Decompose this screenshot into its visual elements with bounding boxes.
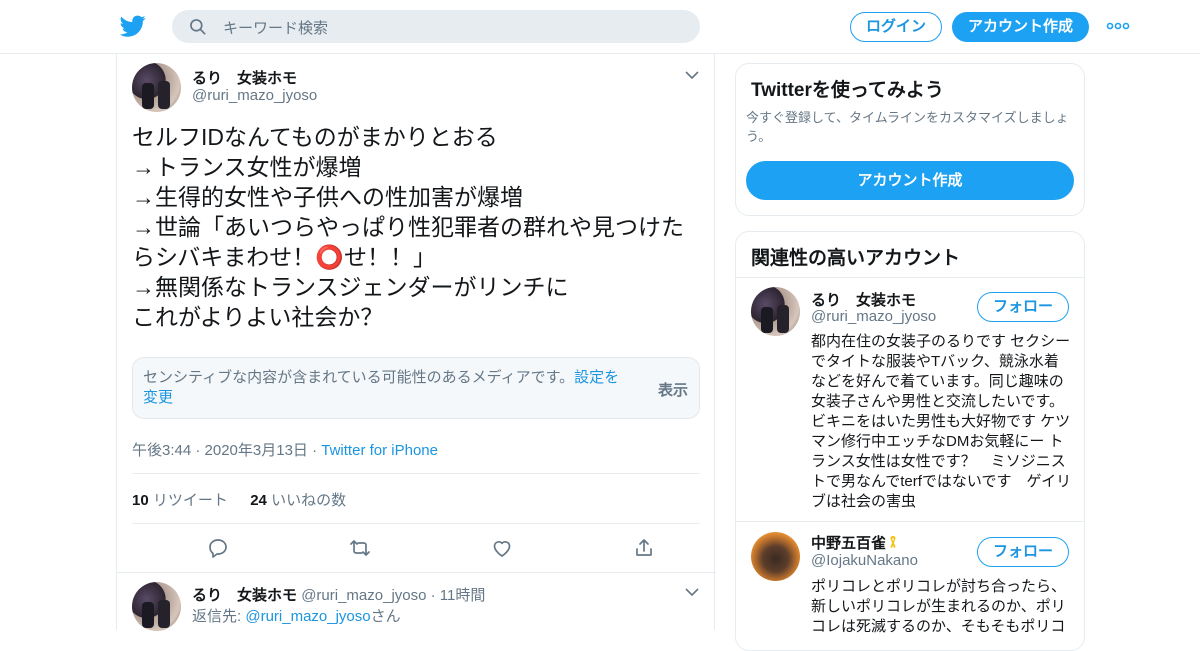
- account-bio: ポリコレとポリコレが討ち合ったら、新しいポリコレが生まれるのか、ポリコレは死滅す…: [811, 578, 1067, 635]
- create-account-button[interactable]: アカウント作成: [746, 161, 1074, 200]
- search-icon: [190, 19, 206, 35]
- share-icon[interactable]: [632, 536, 656, 560]
- try-twitter-title: Twitterを使ってみよう: [751, 80, 944, 101]
- related-accounts-card: 関連性の高いアカウント るり 女装ホモ @ruri_mazo_jyoso フォロ…: [735, 231, 1085, 651]
- like-heart-icon[interactable]: [490, 536, 514, 560]
- try-twitter-description: 今すぐ登録して、タイムラインをカスタマイズしましょう。: [746, 110, 1069, 144]
- divider: [736, 521, 1084, 522]
- divider: [132, 523, 700, 524]
- sensitive-media-notice: センシティブな内容が含まれている可能性のあるメディアです。設定を変更 表示: [132, 357, 700, 419]
- account-name[interactable]: るり 女装ホモ: [811, 289, 916, 310]
- signup-button[interactable]: アカウント作成: [952, 12, 1089, 42]
- avatar[interactable]: [751, 287, 800, 336]
- show-media-button[interactable]: 表示: [658, 379, 688, 400]
- reply-header: るり 女装ホモ @ruri_mazo_jyoso · 11時間: [192, 584, 485, 605]
- reply-to-suffix: さん: [370, 608, 401, 625]
- like-label[interactable]: いいねの数: [271, 492, 346, 509]
- tweet-action-bar: [132, 536, 700, 560]
- reply-to-line: 返信先: @ruri_mazo_jyosoさん: [192, 605, 401, 626]
- avatar[interactable]: [132, 582, 181, 631]
- divider: [736, 277, 1084, 278]
- reply-to-prefix: 返信先:: [192, 608, 246, 625]
- tweet-stats: 10 リツイート 24 いいねの数: [132, 489, 346, 510]
- search-placeholder: キーワード検索: [223, 20, 329, 37]
- tweet-column: るり 女装ホモ @ruri_mazo_jyoso セルフIDなんてものがまかりと…: [116, 54, 716, 631]
- avatar[interactable]: [751, 532, 800, 581]
- like-count[interactable]: 24: [250, 492, 267, 509]
- follow-button[interactable]: フォロー: [977, 292, 1069, 322]
- more-options-icon[interactable]: [1106, 18, 1130, 34]
- yellow-ribbon-icon: [890, 536, 896, 548]
- try-twitter-card: Twitterを使ってみよう 今すぐ登録して、タイムラインをカスタマイズしましょ…: [735, 63, 1085, 216]
- retweet-label[interactable]: リツイート: [153, 492, 228, 509]
- login-button[interactable]: ログイン: [850, 12, 942, 42]
- chevron-down-icon[interactable]: [685, 70, 699, 80]
- tweet-separator: [117, 572, 716, 573]
- tweet-time[interactable]: 午後3:44 · 2020年3月13日 ·: [132, 442, 317, 459]
- reply-author-name[interactable]: るり 女装ホモ: [192, 587, 297, 604]
- account-handle[interactable]: @ruri_mazo_jyoso: [811, 308, 936, 325]
- tweet-author-handle[interactable]: @ruri_mazo_jyoso: [192, 87, 317, 104]
- reply-author-handle[interactable]: @ruri_mazo_jyoso: [301, 587, 426, 604]
- tweet-author-name[interactable]: るり 女装ホモ: [192, 67, 297, 88]
- account-handle[interactable]: @IojakuNakano: [811, 552, 918, 569]
- tweet-source-link[interactable]: Twitter for iPhone: [321, 442, 438, 459]
- sensitive-notice-text: センシティブな内容が含まれている可能性のあるメディアです。: [143, 369, 575, 386]
- reply-time[interactable]: · 11時間: [431, 587, 486, 604]
- search-input[interactable]: キーワード検索: [172, 10, 700, 43]
- account-name[interactable]: 中野五百雀: [811, 535, 886, 552]
- chevron-down-icon[interactable]: [685, 587, 699, 597]
- tweet-timestamp: 午後3:44 · 2020年3月13日 · Twitter for iPhone: [132, 439, 438, 460]
- reply-to-handle-link[interactable]: @ruri_mazo_jyoso: [245, 608, 370, 625]
- divider: [132, 473, 700, 474]
- twitter-bird-icon[interactable]: [120, 13, 146, 39]
- follow-button[interactable]: フォロー: [977, 537, 1069, 567]
- related-accounts-title: 関連性の高いアカウント: [751, 248, 961, 269]
- top-navigation-bar: キーワード検索 ログイン アカウント作成: [0, 0, 1200, 54]
- reply-icon[interactable]: [206, 536, 230, 560]
- retweet-count[interactable]: 10: [132, 492, 149, 509]
- tweet-text: セルフIDなんてものがまかりとおる →トランス女性が爆増 →生得的女性や子供への…: [132, 124, 684, 330]
- retweet-icon[interactable]: [348, 536, 372, 560]
- account-name-row: 中野五百雀: [811, 532, 898, 553]
- account-bio: 都内在住の女装子のるりです セクシーでタイトな服装やTバック、競泳水着などを好ん…: [811, 333, 1072, 510]
- avatar[interactable]: [132, 63, 181, 112]
